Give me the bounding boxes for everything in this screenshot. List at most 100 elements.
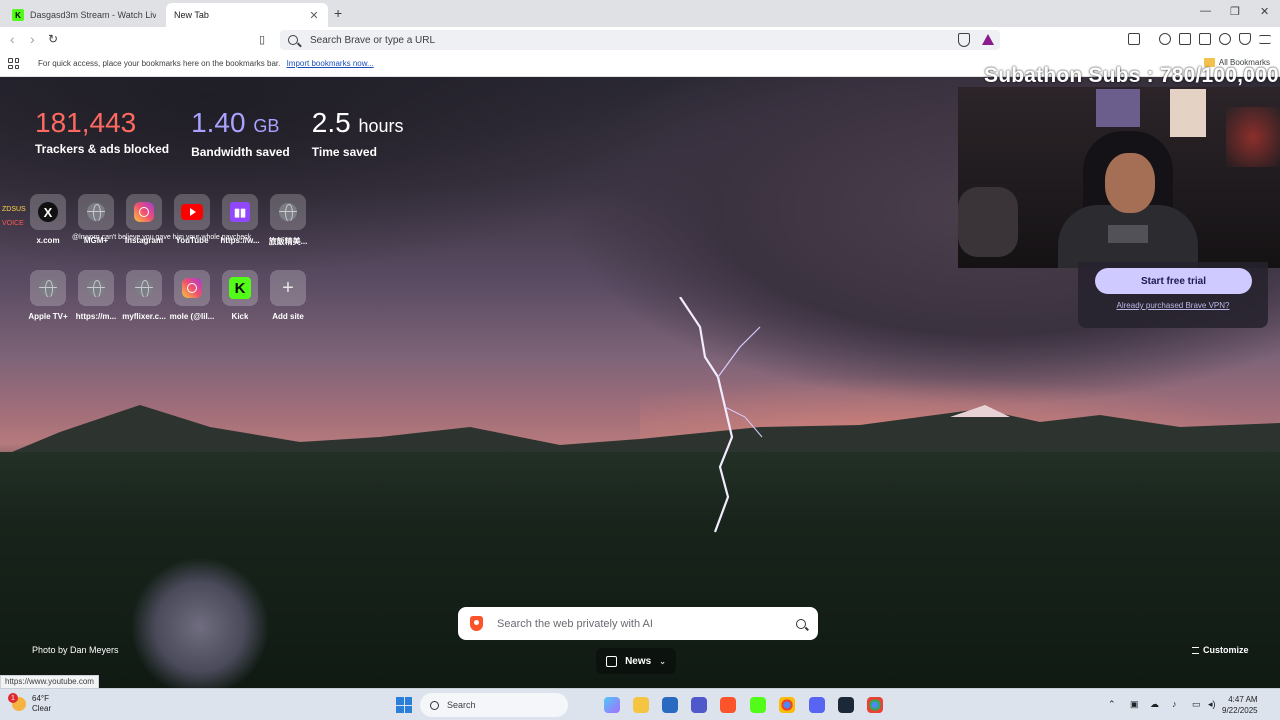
media-icon[interactable] xyxy=(1159,33,1171,45)
chrome-icon[interactable] xyxy=(779,697,795,713)
bookmarks-message: For quick access, place your bookmarks h… xyxy=(38,59,374,68)
restore-icon[interactable]: ❐ xyxy=(1230,5,1240,18)
site-label: mole (@lil... xyxy=(169,312,215,321)
trackers-value: 181,443 xyxy=(35,107,137,138)
site-label: Kick xyxy=(231,312,249,321)
microphone-icon[interactable]: ♪ xyxy=(1172,699,1177,709)
search-icon[interactable] xyxy=(796,618,806,629)
site-label: myflixer.c... xyxy=(122,312,166,321)
search-icon xyxy=(288,35,298,45)
customize-button[interactable]: Customize xyxy=(1192,645,1249,655)
volume-icon[interactable]: ◂) xyxy=(1208,699,1216,710)
tile xyxy=(270,194,306,230)
tab-kick-stream[interactable]: K Dasgasd3m Stream - Watch Live on Kick xyxy=(4,3,164,27)
time-value-row: 2.5 hours xyxy=(312,106,404,143)
onedrive-icon[interactable]: ☁ xyxy=(1150,699,1159,710)
top-site-apple-tv[interactable]: Apple TV+ xyxy=(24,270,72,321)
top-site-myflixer[interactable]: myflixer.c... xyxy=(120,270,168,321)
back-icon[interactable]: ‹ xyxy=(10,31,15,47)
steam-icon[interactable] xyxy=(838,697,854,713)
vpn-icon[interactable] xyxy=(1239,33,1251,45)
chrome-profile-icon[interactable] xyxy=(867,697,883,713)
bookmarks-hint: For quick access, place your bookmarks h… xyxy=(38,59,281,68)
teams-icon[interactable] xyxy=(691,697,707,713)
tile xyxy=(30,270,66,306)
chat-username: VOICE xyxy=(2,220,24,227)
tab-strip: K Dasgasd3m Stream - Watch Live on Kick … xyxy=(0,0,1280,27)
top-site-8[interactable]: https://m... xyxy=(72,270,120,321)
chat-message: @lnworn can't believe you gave him your … xyxy=(72,234,252,241)
new-tab-button[interactable]: + xyxy=(334,5,342,21)
wall-poster xyxy=(1096,89,1140,127)
start-free-trial-button[interactable]: Start free trial xyxy=(1095,268,1252,294)
weather-text: 64°F Clear xyxy=(32,694,51,714)
menu-icon[interactable] xyxy=(1259,35,1271,44)
kick-icon: K xyxy=(229,277,251,299)
brave-rewards-icon[interactable] xyxy=(982,34,994,45)
brave-stats: 181,443 Trackers & ads blocked 1.40 GB B… xyxy=(35,106,404,159)
tab-search-icon[interactable] xyxy=(1128,33,1140,45)
taskbar-search[interactable]: Search xyxy=(420,693,568,717)
taskbar-clock[interactable]: 4:47 AM 9/22/2025 xyxy=(1222,694,1258,716)
store-icon[interactable] xyxy=(662,697,678,713)
address-placeholder: Search Brave or type a URL xyxy=(310,34,436,46)
bookmark-icon[interactable]: ▯ xyxy=(259,33,265,46)
news-button[interactable]: News ⌄ xyxy=(596,648,676,674)
discord-icon[interactable] xyxy=(809,697,825,713)
brave-taskbar-icon[interactable] xyxy=(720,697,736,713)
photo-credit[interactable]: Photo by Dan Meyers xyxy=(32,645,119,655)
person-face xyxy=(1105,153,1155,213)
top-site-kick[interactable]: K Kick xyxy=(216,270,264,321)
tray-app-icon[interactable]: ▣ xyxy=(1130,699,1139,710)
windows-taskbar: 1 64°F Clear Search ⌃ ▣ ☁ ♪ ▭ ◂) 4:47 AM… xyxy=(0,688,1280,720)
display-icon[interactable]: ▭ xyxy=(1192,699,1201,710)
customize-icon xyxy=(1192,646,1199,654)
trackers-stat: 181,443 Trackers & ads blocked xyxy=(35,106,169,159)
news-icon xyxy=(606,655,618,667)
plus-icon: + xyxy=(282,276,294,299)
tile xyxy=(174,270,210,306)
close-tab-icon[interactable]: ✕ xyxy=(308,9,320,22)
search-box[interactable]: Search the web privately with AI xyxy=(458,607,818,640)
already-purchased-link[interactable]: Already purchased Brave VPN? xyxy=(1078,301,1268,310)
river xyxy=(130,557,270,688)
add-site-button[interactable]: + Add site xyxy=(264,270,312,321)
site-label: Add site xyxy=(272,312,304,321)
site-label: Apple TV+ xyxy=(28,312,68,321)
link-status-bubble: https://www.youtube.com xyxy=(0,675,99,689)
wallet-icon[interactable] xyxy=(1199,33,1211,45)
leo-ai-icon[interactable] xyxy=(1219,33,1231,45)
brave-logo-icon xyxy=(470,616,483,631)
bandwidth-stat: 1.40 GB Bandwidth saved xyxy=(191,106,290,159)
apps-icon[interactable] xyxy=(8,58,19,69)
tab-new-tab[interactable]: New Tab ✕ xyxy=(166,3,328,27)
site-label: 旅飯精美... xyxy=(268,237,308,246)
sidebar-icon[interactable] xyxy=(1179,33,1191,45)
weather-temp: 64°F xyxy=(32,694,49,703)
subathon-counter: Subathon Subs : 780/100,000 xyxy=(984,64,1279,87)
copilot-icon[interactable] xyxy=(604,697,620,713)
brave-shields-icon[interactable] xyxy=(958,33,970,47)
chevron-up-icon[interactable]: ⌃ xyxy=(1108,699,1116,710)
top-site-mole[interactable]: mole (@lil... xyxy=(168,270,216,321)
kick-taskbar-icon[interactable] xyxy=(750,697,766,713)
reload-icon[interactable]: ↻ xyxy=(48,32,58,46)
clock-date: 9/22/2025 xyxy=(1222,706,1258,715)
instagram-icon xyxy=(182,278,202,298)
weather-widget[interactable]: 1 64°F Clear xyxy=(8,693,51,714)
top-site-6[interactable]: 旅飯精美... xyxy=(264,194,312,247)
globe-icon xyxy=(39,279,57,297)
windows-start-icon[interactable] xyxy=(396,697,412,713)
close-window-icon[interactable]: ✕ xyxy=(1260,5,1269,18)
bandwidth-value: 1.40 xyxy=(191,107,246,138)
address-bar[interactable]: Search Brave or type a URL xyxy=(280,30,1000,50)
minimize-icon[interactable]: — xyxy=(1200,5,1211,17)
streamer-webcam xyxy=(958,87,1280,268)
import-bookmarks-link[interactable]: Import bookmarks now... xyxy=(287,59,374,68)
taskbar-search-label: Search xyxy=(447,700,476,710)
clock-time: 4:47 AM xyxy=(1228,695,1258,704)
forward-icon[interactable]: › xyxy=(30,31,35,47)
file-explorer-icon[interactable] xyxy=(633,697,649,713)
lightning-bolt xyxy=(679,297,763,533)
stream-chat-overlay: ZDSUS VOICE @lnworn can't believe you ga… xyxy=(2,203,251,245)
